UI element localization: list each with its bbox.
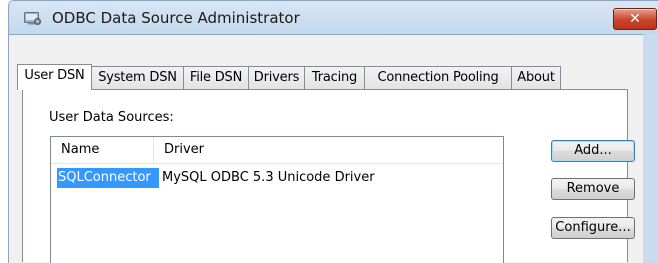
user-data-sources-label: User Data Sources: [49,110,174,125]
data-sources-list[interactable]: Name Driver SQLConnector MySQL ODBC 5.3 … [50,136,504,263]
list-item-driver: MySQL ODBC 5.3 Unicode Driver [162,170,375,185]
user-dsn-panel: User Data Sources: Name Driver SQLConnec… [22,89,635,263]
tab-file-dsn[interactable]: File DSN [183,66,249,89]
remove-button[interactable]: Remove [551,178,635,200]
column-header-driver[interactable]: Driver [154,137,503,163]
odbc-admin-icon [24,12,41,25]
add-button[interactable]: Add... [551,140,635,162]
configure-button[interactable]: Configure... [551,217,635,239]
tab-connection-pooling[interactable]: Connection Pooling [364,66,512,89]
tab-drivers[interactable]: Drivers [248,66,305,89]
close-icon: ✕ [629,11,641,27]
list-item[interactable]: SQLConnector MySQL ODBC 5.3 Unicode Driv… [51,168,503,188]
tab-tracing[interactable]: Tracing [304,66,365,89]
tab-user-dsn[interactable]: User DSN [17,64,92,90]
list-item-name[interactable]: SQLConnector [57,168,159,188]
list-header: Name Driver [51,137,503,164]
tab-about[interactable]: About [511,66,561,89]
close-button[interactable]: ✕ [613,8,657,30]
title-bar[interactable]: ODBC Data Source Administrator [9,1,658,35]
column-header-name[interactable]: Name [51,137,154,163]
window-title: ODBC Data Source Administrator [52,9,300,27]
tab-system-dsn[interactable]: System DSN [91,66,184,89]
